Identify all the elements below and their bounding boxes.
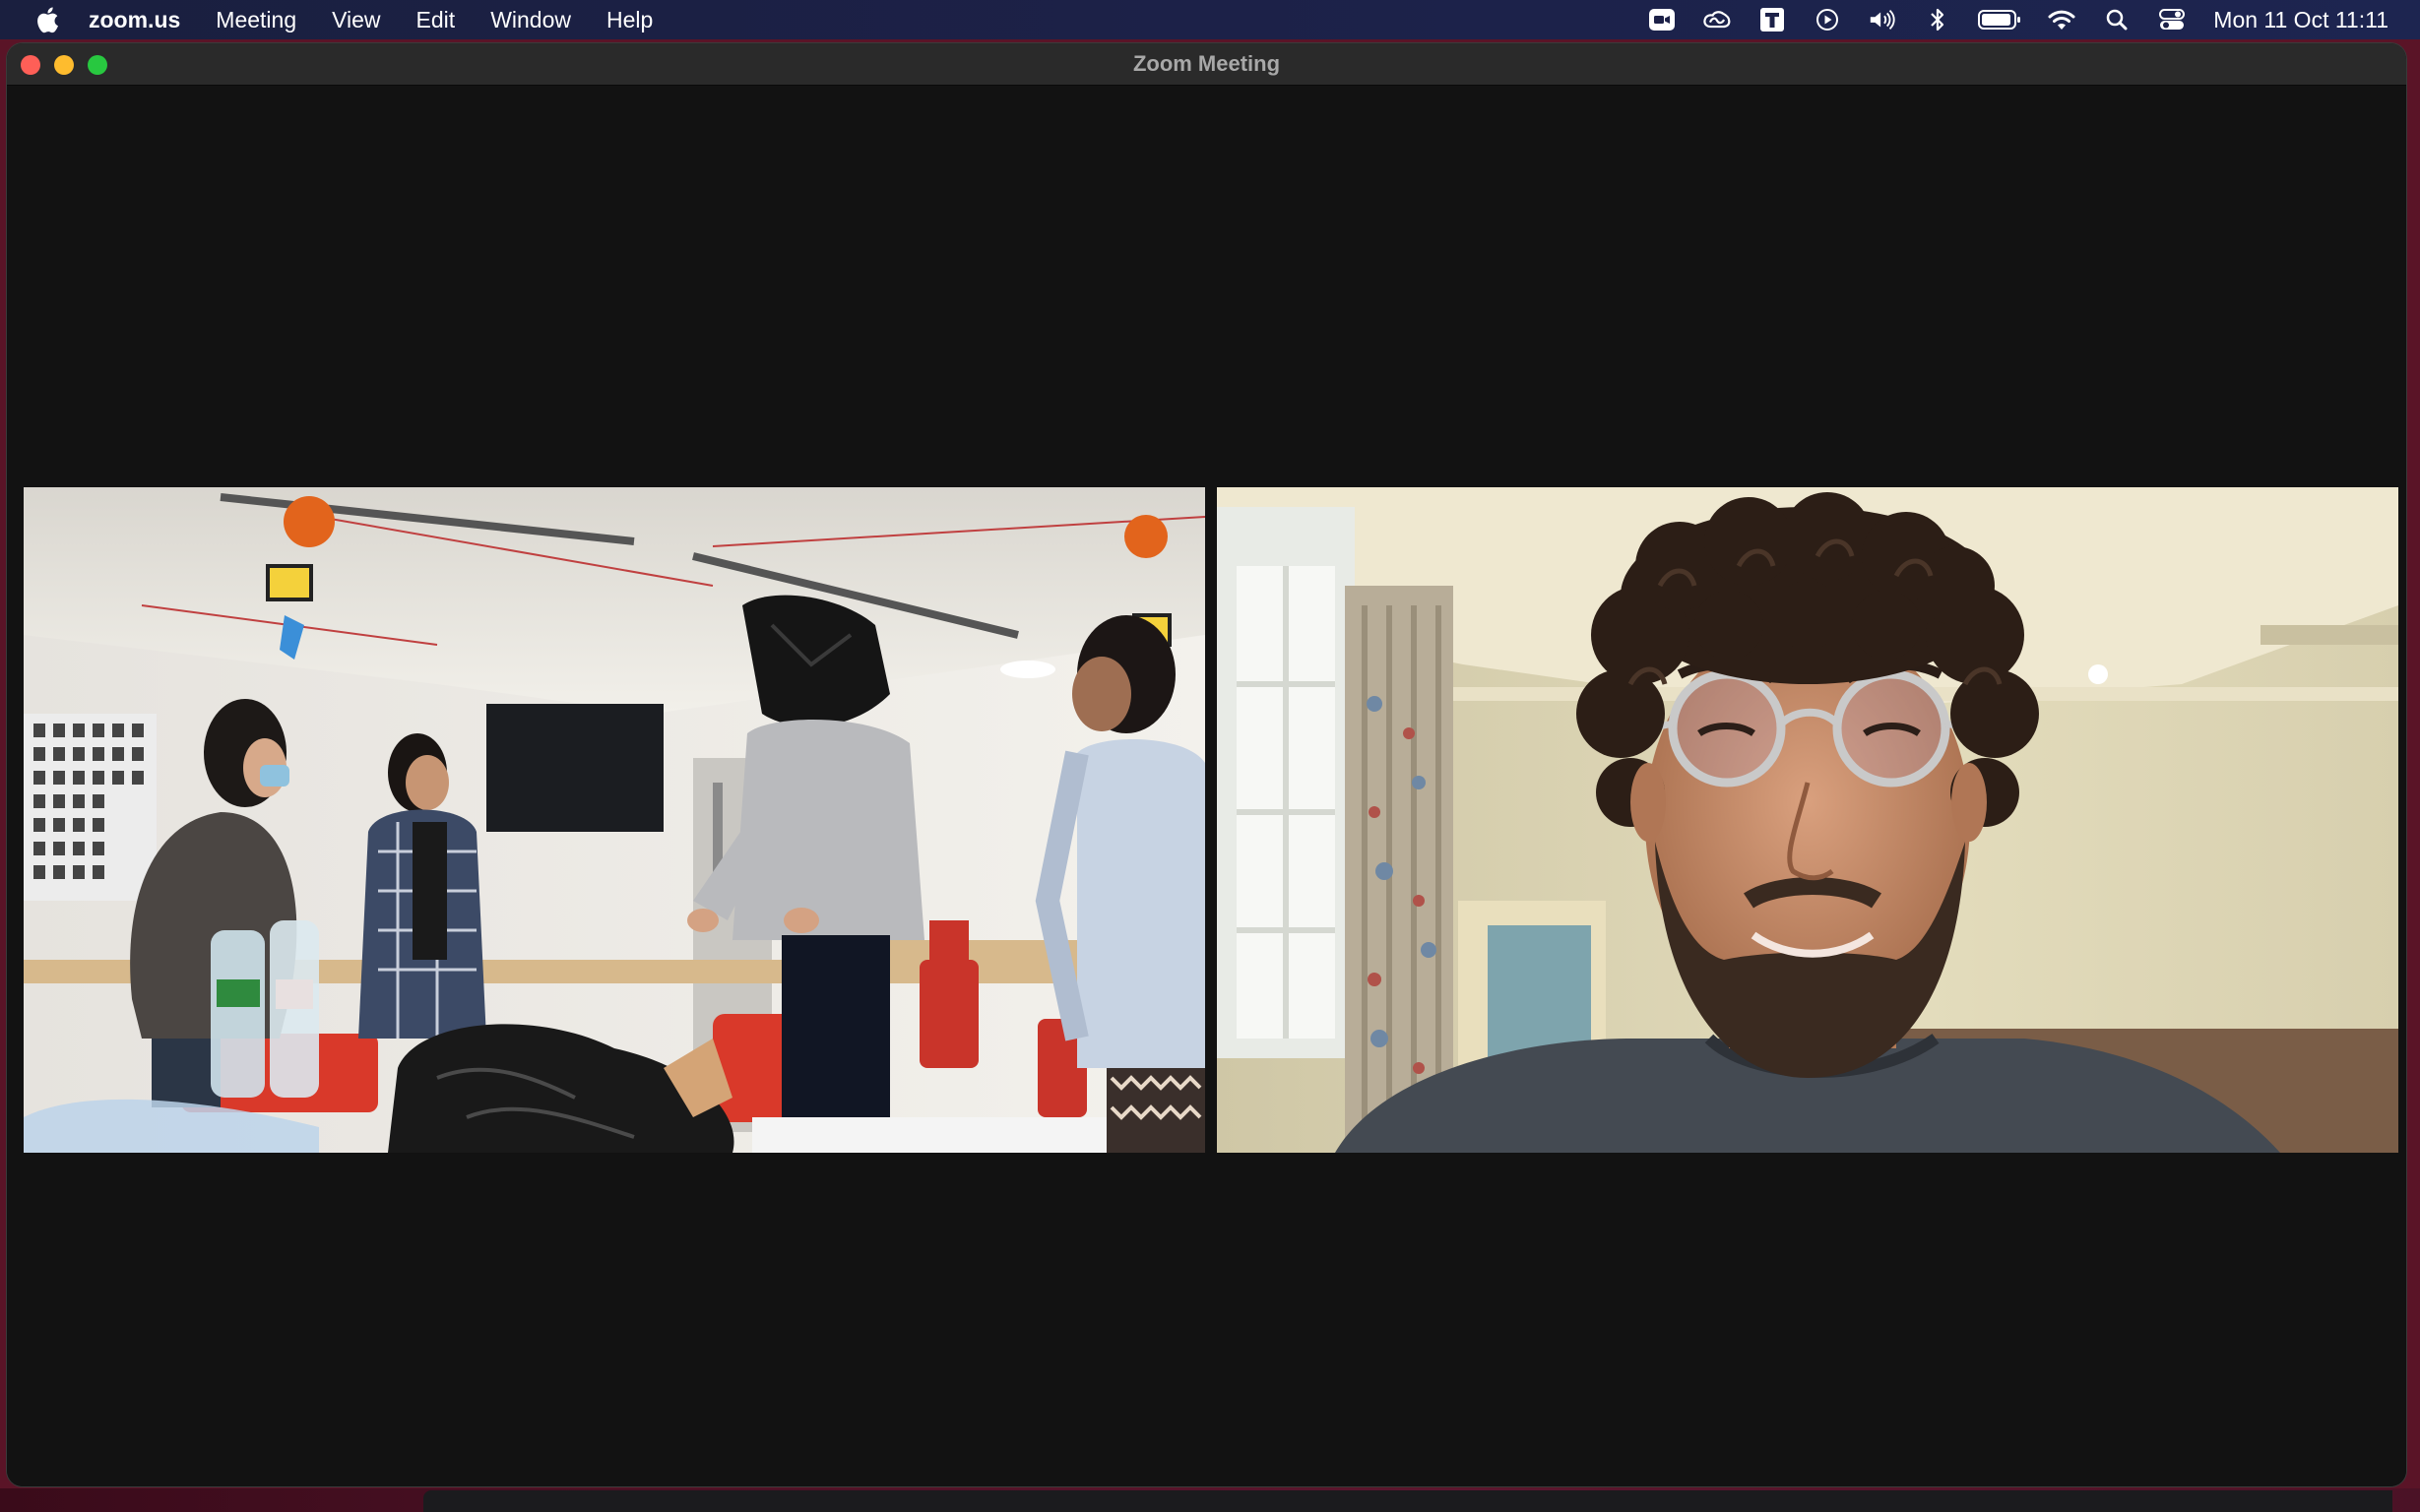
battery-icon[interactable] — [1978, 0, 2021, 39]
menu-edit[interactable]: Edit — [399, 0, 474, 39]
volume-icon[interactable] — [1868, 0, 1897, 39]
wifi-icon[interactable] — [2047, 0, 2076, 39]
menu-bar: zoom.us Meeting View Edit Window Help Mo… — [0, 0, 2420, 39]
participant-video-image — [24, 487, 1205, 1153]
background-window-edge — [423, 1490, 2392, 1512]
menu-app-zoom[interactable]: zoom.us — [89, 0, 198, 39]
meeting-stage — [7, 86, 2406, 1486]
zoom-camera-icon[interactable] — [1647, 0, 1677, 39]
menu-view[interactable]: View — [314, 0, 398, 39]
apple-logo-icon[interactable] — [30, 0, 63, 39]
text-t-icon[interactable] — [1757, 0, 1787, 39]
menu-window[interactable]: Window — [473, 0, 589, 39]
bluetooth-icon[interactable] — [1923, 0, 1952, 39]
menubar-clock[interactable]: Mon 11 Oct 11:11 — [2213, 7, 2388, 33]
window-titlebar[interactable]: Zoom Meeting — [7, 43, 2406, 86]
menu-help[interactable]: Help — [589, 0, 670, 39]
video-tile-man[interactable] — [1217, 487, 2398, 1153]
window-title: Zoom Meeting — [1132, 51, 1281, 76]
close-window-button[interactable] — [21, 55, 40, 75]
participant-video-image — [1217, 487, 2398, 1153]
search-icon[interactable] — [2102, 0, 2132, 39]
zoom-meeting-window: Zoom Meeting — [7, 43, 2406, 1486]
menu-meeting[interactable]: Meeting — [198, 0, 314, 39]
creative-cloud-icon[interactable] — [1702, 0, 1732, 39]
control-center-icon[interactable] — [2157, 0, 2187, 39]
minimize-window-button[interactable] — [54, 55, 74, 75]
video-tile-group[interactable] — [24, 487, 1205, 1153]
fullscreen-window-button[interactable] — [88, 55, 107, 75]
play-circle-icon[interactable] — [1813, 0, 1842, 39]
